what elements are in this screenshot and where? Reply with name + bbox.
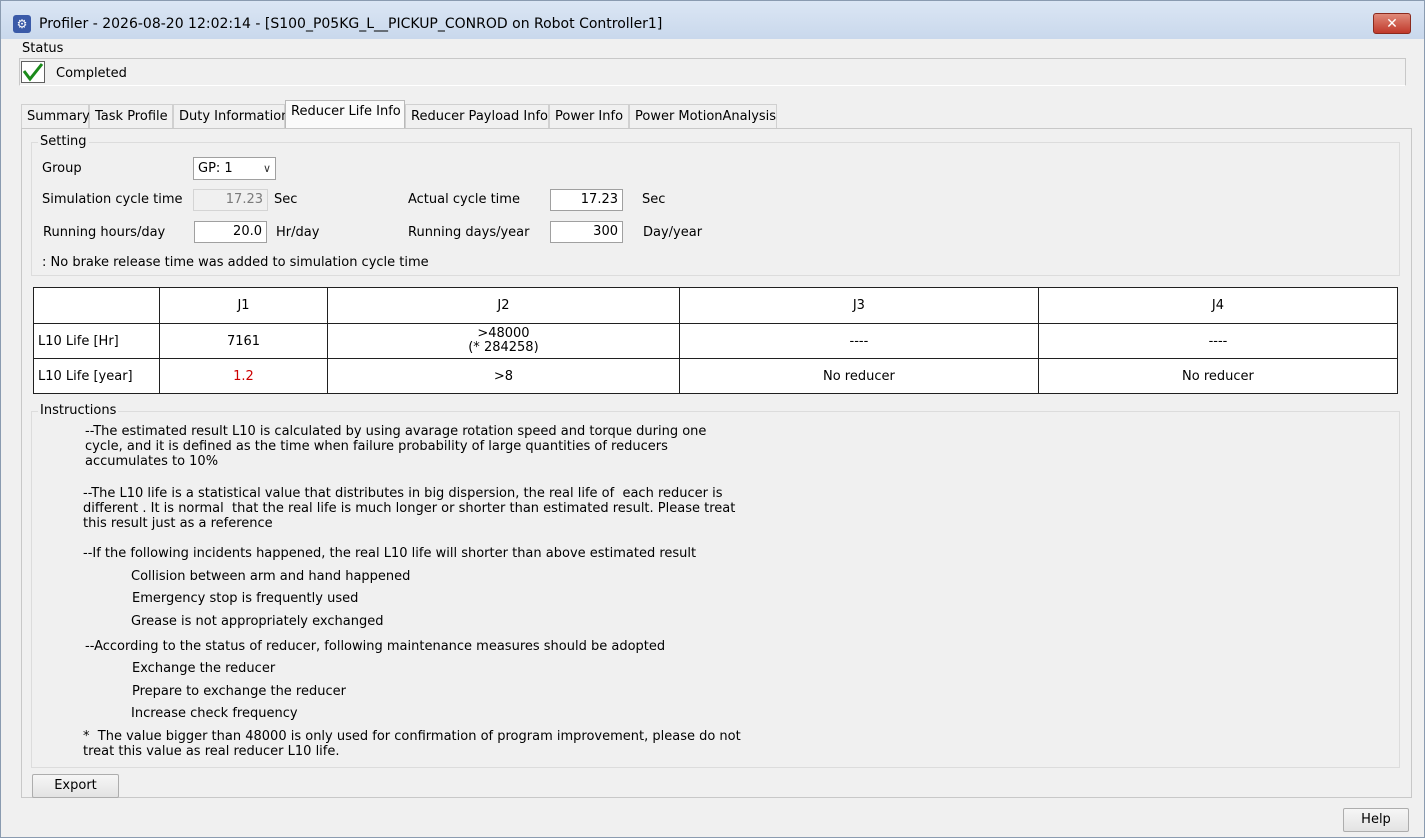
tab-reducer-life-info[interactable]: Reducer Life Info [285, 100, 405, 129]
table-cell: >48000 (* 284258) [327, 323, 680, 359]
list-item: Prepare to exchange the reducer [132, 684, 346, 699]
window-title: Profiler - 2026-08-20 12:02:14 - [S100_P… [39, 16, 663, 32]
table-row: L10 Life [year] 1.2 >8 No reducer No red… [33, 358, 1399, 394]
table-cell: 7161 [159, 323, 328, 359]
close-button[interactable]: ✕ [1373, 13, 1411, 34]
list-item: Increase check frequency [131, 706, 298, 721]
title-bar: ⚙ Profiler - 2026-08-20 12:02:14 - [S100… [1, 1, 1424, 39]
tab-power-motion-analysis[interactable]: Power MotionAnalysis [629, 104, 777, 128]
chevron-down-icon: ∨ [262, 162, 271, 175]
tab-task-profile[interactable]: Task Profile [89, 104, 173, 128]
app-icon: ⚙ [13, 15, 31, 33]
instruction-paragraph: --The estimated result L10 is calculated… [85, 424, 707, 469]
table-cell: >8 [327, 358, 680, 394]
instruction-paragraph: --The L10 life is a statistical value th… [83, 486, 736, 531]
tab-duty-information[interactable]: Duty Information [173, 104, 289, 128]
actual-cycle-field[interactable]: 17.23 [550, 189, 623, 211]
list-item: Exchange the reducer [132, 661, 276, 676]
table-header-j3: J3 [678, 287, 1039, 324]
table-cell: No reducer [678, 358, 1039, 394]
table-cell: No reducer [1037, 358, 1399, 394]
table-row: L10 Life [Hr] 7161 >48000 (* 284258) ---… [33, 323, 1399, 359]
hours-label: Running hours/day [43, 225, 166, 240]
days-field[interactable]: 300 [550, 221, 623, 243]
check-icon [21, 61, 45, 83]
instruction-paragraph: --According to the status of reducer, fo… [85, 639, 666, 654]
actual-cycle-unit: Sec [642, 192, 666, 207]
table-header-j2: J2 [327, 287, 680, 324]
group-select[interactable]: GP: 1 ∨ [193, 157, 276, 180]
instructions-legend: Instructions [38, 403, 119, 418]
group-select-value: GP: 1 [198, 161, 233, 176]
tab-power-info[interactable]: Power Info [549, 104, 629, 128]
tab-summary[interactable]: Summary [21, 104, 90, 128]
table-header-corner [33, 287, 160, 324]
table-header-row: J1 J2 J3 J4 [33, 287, 1399, 324]
days-label: Running days/year [408, 225, 530, 240]
status-text: Completed [56, 66, 127, 81]
reducer-life-table: J1 J2 J3 J4 L10 Life [Hr] 7161 >48000 (*… [33, 287, 1399, 394]
table-header-j4: J4 [1037, 287, 1399, 324]
hours-field[interactable]: 20.0 [194, 221, 267, 243]
sim-cycle-field: 17.23 [193, 189, 268, 211]
hours-unit: Hr/day [276, 225, 320, 240]
list-item: Grease is not appropriately exchanged [131, 614, 384, 629]
table-cell: ---- [1037, 323, 1399, 359]
help-button[interactable]: Help [1343, 808, 1409, 832]
instruction-footnote: * The value bigger than 48000 is only us… [83, 729, 741, 759]
days-unit: Day/year [643, 225, 703, 240]
table-cell: ---- [678, 323, 1039, 359]
table-cell: 1.2 [159, 358, 328, 394]
table-header-j1: J1 [159, 287, 328, 324]
sim-cycle-label: Simulation cycle time [42, 192, 183, 207]
list-item: Collision between arm and hand happened [131, 569, 411, 584]
row-label: L10 Life [year] [33, 358, 160, 394]
brake-note: : No brake release time was added to sim… [42, 255, 429, 270]
export-button[interactable]: Export [32, 774, 119, 798]
list-item: Emergency stop is frequently used [132, 591, 359, 606]
status-box [19, 58, 1406, 86]
group-label: Group [42, 161, 82, 176]
actual-cycle-label: Actual cycle time [408, 192, 520, 207]
setting-legend: Setting [38, 134, 89, 149]
status-label: Status [22, 41, 64, 56]
row-label: L10 Life [Hr] [33, 323, 160, 359]
sim-cycle-unit: Sec [274, 192, 298, 207]
instruction-paragraph: --If the following incidents happened, t… [83, 546, 697, 561]
profiler-window: ⚙ Profiler - 2026-08-20 12:02:14 - [S100… [0, 0, 1425, 838]
tab-reducer-payload-info[interactable]: Reducer Payload Info [405, 104, 549, 128]
